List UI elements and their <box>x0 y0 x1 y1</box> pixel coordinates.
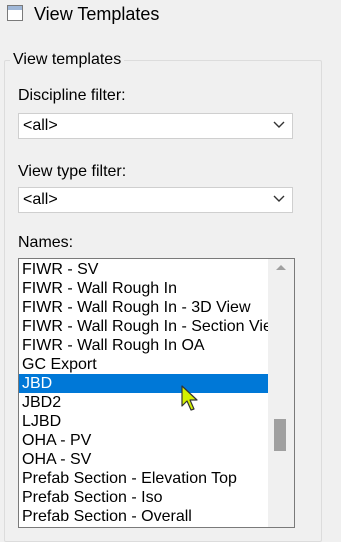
list-item[interactable]: Prefab Section - Elevation Top <box>19 469 268 488</box>
list-item[interactable]: Prefab Section - Iso <box>19 488 268 507</box>
list-item-selected[interactable]: JBD <box>19 374 268 393</box>
list-item[interactable]: LJBD <box>19 412 268 431</box>
view-type-filter-value: <all> <box>23 191 58 208</box>
group-legend: View templates <box>10 50 125 70</box>
window-icon <box>7 5 23 21</box>
list-item[interactable]: FIWR - Wall Rough In - 3D View <box>19 298 268 317</box>
list-item[interactable]: FIWR - Wall Rough In <box>19 279 268 298</box>
scrollbar-thumb[interactable] <box>274 419 286 451</box>
chevron-down-icon <box>273 195 285 202</box>
list-item[interactable]: FIWR - SV <box>19 260 268 279</box>
mouse-cursor-icon <box>181 385 198 411</box>
list-item[interactable]: GC Export <box>19 355 268 374</box>
list-item[interactable]: Prefab Section - Overall <box>19 507 268 526</box>
discipline-filter-value: <all> <box>23 117 58 134</box>
list-item[interactable]: FIWR - Wall Rough In - Section View <box>19 317 268 336</box>
title-bar: View Templates <box>0 0 341 30</box>
view-type-filter-label: View type filter: <box>18 163 127 180</box>
discipline-filter-dropdown[interactable]: <all> <box>18 113 293 139</box>
discipline-filter-label: Discipline filter: <box>18 87 126 104</box>
names-list: FIWR - SV FIWR - Wall Rough In FIWR - Wa… <box>19 260 268 526</box>
names-listbox[interactable]: FIWR - SV FIWR - Wall Rough In FIWR - Wa… <box>18 258 295 528</box>
window-title: View Templates <box>34 4 160 24</box>
view-type-filter-dropdown[interactable]: <all> <box>18 187 293 213</box>
names-label: Names: <box>18 234 74 251</box>
list-item[interactable]: FIWR - Wall Rough In OA <box>19 336 268 355</box>
scroll-up-icon[interactable] <box>276 265 286 270</box>
list-item[interactable]: OHA - SV <box>19 450 268 469</box>
list-item[interactable]: OHA - PV <box>19 431 268 450</box>
vertical-scrollbar[interactable] <box>268 259 294 527</box>
chevron-down-icon <box>273 121 285 128</box>
list-item[interactable]: JBD2 <box>19 393 268 412</box>
